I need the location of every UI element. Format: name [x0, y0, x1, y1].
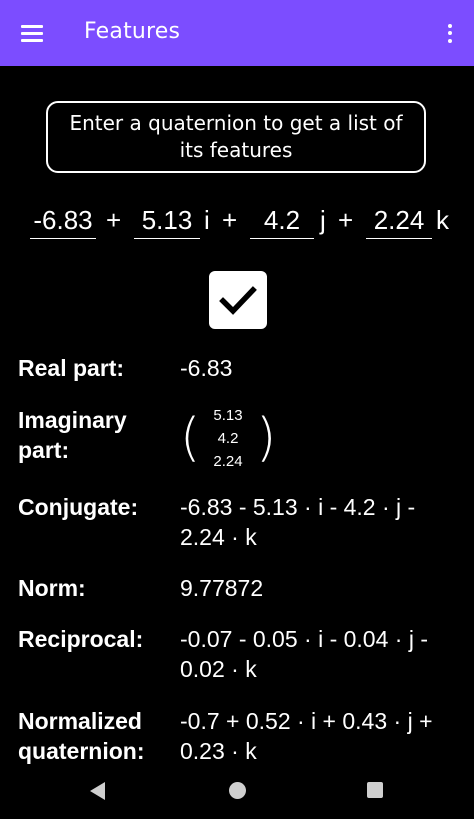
home-circle-icon[interactable] [229, 782, 246, 799]
overflow-menu-button[interactable] [436, 17, 464, 49]
conjugate-label: Conjugate: [18, 494, 139, 520]
app-bar: Features [0, 0, 474, 66]
imaginary-j-value: 4.2 [217, 430, 239, 447]
unit-k-label: k [436, 205, 449, 235]
plus-sign: + [338, 205, 354, 235]
close-parenthesis: ) [256, 408, 277, 468]
real-part-input[interactable]: -6.83 [30, 202, 96, 239]
checkmark-icon [219, 286, 257, 315]
quaternion-input-row: -6.83 + 5.13 i + 4.2 j + 2.24 k [0, 196, 474, 246]
i-coefficient-input[interactable]: 5.13 [134, 202, 200, 239]
open-parenthesis: ( [180, 408, 201, 468]
vector-components: 5.13 4.2 2.24 [206, 404, 250, 473]
instruction-box: Enter a quaternion to get a list of its … [46, 101, 426, 173]
back-triangle-icon[interactable] [90, 782, 105, 800]
system-navigation-bar [0, 768, 474, 819]
confirm-button[interactable] [209, 271, 267, 329]
unit-j-label: j [320, 205, 326, 235]
reciprocal-value: -0.07 - 0.05 · i - 0.04 · j - 0.02 · k [180, 626, 428, 682]
page-title: Features [84, 19, 181, 44]
imaginary-i-value: 5.13 [213, 407, 243, 424]
norm-value: 9.77872 [180, 575, 264, 601]
unit-i-label: i [204, 205, 210, 235]
plus-sign: + [222, 205, 238, 235]
norm-label: Norm: [18, 575, 86, 601]
hamburger-menu-icon [21, 25, 43, 42]
j-coefficient-input[interactable]: 4.2 [250, 202, 314, 239]
instruction-text: Enter a quaternion to get a list of its … [69, 111, 403, 162]
recents-square-icon[interactable] [367, 782, 383, 798]
k-coefficient-input[interactable]: 2.24 [366, 202, 432, 239]
more-vert-icon [448, 23, 452, 28]
menu-button[interactable] [12, 13, 52, 53]
conjugate-value: -6.83 - 5.13 · i - 4.2 · j - 2.24 · k [180, 494, 416, 550]
reciprocal-label: Reciprocal: [18, 626, 144, 652]
normalized-label: Normalized quaternion: [18, 708, 145, 764]
imaginary-k-value: 2.24 [213, 453, 243, 470]
imaginary-part-vector: ( 5.13 4.2 2.24 ) [178, 402, 278, 474]
normalized-value: -0.7 + 0.52 · i + 0.43 · j + 0.23 · k [180, 708, 433, 764]
plus-sign: + [106, 205, 122, 235]
imaginary-part-label: Imaginary part: [18, 407, 127, 463]
real-part-value: -6.83 [180, 355, 233, 381]
real-part-label: Real part: [18, 355, 125, 381]
